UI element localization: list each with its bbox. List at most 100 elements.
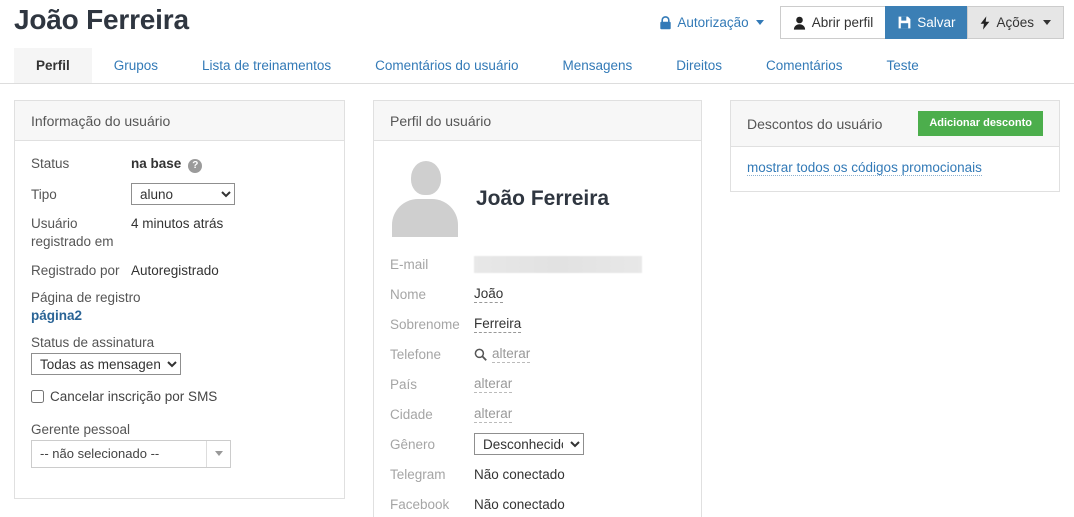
user-info-panel-header: Informação do usuário bbox=[15, 101, 344, 141]
column-user-info: Informação do usuário Status na base ? T… bbox=[0, 100, 359, 517]
profile-field-pais: País alterar bbox=[390, 369, 685, 399]
page-title: João Ferreira bbox=[14, 4, 189, 36]
tab-lista-de-treinamentos[interactable]: Lista de treinamentos bbox=[180, 48, 353, 83]
user-info-panel: Informação do usuário Status na base ? T… bbox=[14, 100, 345, 499]
default-avatar-icon bbox=[392, 161, 458, 237]
add-discount-button[interactable]: Adicionar desconto bbox=[918, 111, 1043, 136]
tipo-row: Tipo aluno bbox=[31, 183, 328, 205]
user-icon bbox=[793, 16, 806, 30]
profile-field-sobrenome: Sobrenome Ferreira bbox=[390, 309, 685, 339]
personal-manager-label: Gerente pessoal bbox=[31, 422, 328, 437]
subscription-status-select[interactable]: Todas as mensagens bbox=[31, 353, 181, 375]
facebook-label: Facebook bbox=[390, 497, 474, 512]
user-discounts-panel-header: Descontos do usuário Adicionar desconto bbox=[731, 101, 1059, 147]
tab-grupos[interactable]: Grupos bbox=[92, 48, 180, 83]
tab-bar: Perfil Grupos Lista de treinamentos Come… bbox=[0, 48, 1074, 84]
registered-by-row: Registrado por Autoregistrado bbox=[31, 262, 328, 280]
tab-teste[interactable]: Teste bbox=[865, 48, 941, 83]
subscription-status-label: Status de assinatura bbox=[31, 335, 328, 350]
nome-label: Nome bbox=[390, 287, 474, 302]
subscription-status-block: Status de assinatura Todas as mensagens bbox=[31, 335, 328, 375]
content-columns: Informação do usuário Status na base ? T… bbox=[0, 100, 1074, 517]
search-icon bbox=[474, 348, 487, 361]
profile-field-telegram: Telegram Não conectado bbox=[390, 459, 685, 489]
header-actions: Autorização Abrir perfil bbox=[659, 6, 1064, 39]
tab-comentarios-do-usuario[interactable]: Comentários do usuário bbox=[353, 48, 540, 83]
column-user-discounts: Descontos do usuário Adicionar desconto … bbox=[716, 100, 1074, 517]
registered-by-label: Registrado por bbox=[31, 262, 131, 280]
sms-unsubscribe-row: Cancelar inscrição por SMS bbox=[31, 389, 328, 404]
open-profile-button[interactable]: Abrir perfil bbox=[780, 6, 887, 39]
save-button[interactable]: Salvar bbox=[885, 6, 968, 39]
profile-field-nome: Nome João bbox=[390, 279, 685, 309]
profile-field-email: E-mail bbox=[390, 249, 685, 279]
personal-manager-select[interactable]: -- não selecionado -- bbox=[31, 440, 231, 468]
telefone-change-link[interactable]: alterar bbox=[492, 346, 530, 363]
column-user-profile: Perfil do usuário João Ferreira E-mail bbox=[359, 100, 716, 517]
question-mark-circle-icon[interactable]: ? bbox=[188, 159, 202, 173]
page-header: João Ferreira Autorização bbox=[0, 0, 1074, 48]
user-discounts-panel-title: Descontos do usuário bbox=[747, 116, 882, 132]
sobrenome-value[interactable]: Ferreira bbox=[474, 316, 521, 333]
user-discounts-panel-body: mostrar todos os códigos promocionais bbox=[731, 147, 1059, 191]
lightning-bolt-icon bbox=[980, 16, 990, 30]
sobrenome-label: Sobrenome bbox=[390, 317, 474, 332]
save-label: Salvar bbox=[917, 16, 955, 30]
telegram-value: Não conectado bbox=[474, 467, 565, 482]
sms-unsubscribe-checkbox[interactable] bbox=[31, 390, 44, 403]
avatar-row: João Ferreira bbox=[390, 155, 685, 249]
registration-page-block: Página de registro página2 bbox=[31, 290, 328, 323]
tab-perfil[interactable]: Perfil bbox=[14, 48, 92, 83]
user-info-panel-title: Informação do usuário bbox=[31, 113, 170, 129]
chevron-down-icon bbox=[206, 441, 230, 467]
open-profile-label: Abrir perfil bbox=[812, 16, 874, 30]
genero-label: Gênero bbox=[390, 437, 474, 452]
status-value: na base bbox=[131, 156, 181, 171]
tab-mensagens[interactable]: Mensagens bbox=[540, 48, 654, 83]
email-label: E-mail bbox=[390, 257, 474, 272]
page-root: João Ferreira Autorização bbox=[0, 0, 1074, 517]
tab-comentarios[interactable]: Comentários bbox=[744, 48, 865, 83]
cidade-change-link[interactable]: alterar bbox=[474, 406, 512, 423]
registration-page-link[interactable]: página2 bbox=[31, 308, 328, 323]
chevron-down-icon bbox=[1043, 20, 1051, 25]
pais-change-link[interactable]: alterar bbox=[474, 376, 512, 393]
lock-icon bbox=[659, 16, 672, 30]
tipo-label: Tipo bbox=[31, 186, 131, 204]
cidade-label: Cidade bbox=[390, 407, 474, 422]
profile-field-facebook: Facebook Não conectado bbox=[390, 489, 685, 517]
registered-at-row: Usuário registrado em 4 minutos atrás bbox=[31, 215, 328, 251]
email-redacted-bar bbox=[474, 256, 642, 273]
personal-manager-value: -- não selecionado -- bbox=[32, 446, 206, 461]
tab-direitos[interactable]: Direitos bbox=[654, 48, 744, 83]
telegram-label: Telegram bbox=[390, 467, 474, 482]
chevron-down-icon bbox=[756, 20, 764, 25]
sms-unsubscribe-label[interactable]: Cancelar inscrição por SMS bbox=[50, 389, 217, 404]
tipo-select[interactable]: aluno bbox=[131, 183, 235, 205]
user-info-panel-body: Status na base ? Tipo aluno Usuário regi… bbox=[15, 141, 344, 498]
authorization-dropdown[interactable]: Autorização bbox=[659, 6, 779, 39]
nome-value[interactable]: João bbox=[474, 286, 503, 303]
telefone-label: Telefone bbox=[390, 347, 474, 362]
authorization-label: Autorização bbox=[677, 15, 748, 30]
show-all-promo-codes-link[interactable]: mostrar todos os códigos promocionais bbox=[747, 160, 982, 176]
actions-dropdown-button[interactable]: Ações bbox=[967, 6, 1064, 39]
registered-at-value: 4 minutos atrás bbox=[131, 216, 223, 231]
registered-by-value: Autoregistrado bbox=[131, 263, 219, 278]
email-value[interactable] bbox=[474, 256, 642, 273]
user-profile-panel-title: Perfil do usuário bbox=[390, 113, 491, 129]
profile-field-genero: Gênero Desconhecido bbox=[390, 429, 685, 459]
status-label: Status bbox=[31, 155, 131, 173]
user-profile-panel-body: João Ferreira E-mail Nome João bbox=[374, 141, 701, 517]
profile-display-name: João Ferreira bbox=[476, 187, 609, 211]
actions-label: Ações bbox=[996, 16, 1034, 30]
status-row: Status na base ? bbox=[31, 155, 328, 173]
genero-select[interactable]: Desconhecido bbox=[474, 433, 584, 455]
pais-label: País bbox=[390, 377, 474, 392]
personal-manager-block: Gerente pessoal -- não selecionado -- bbox=[31, 422, 328, 468]
registration-page-label: Página de registro bbox=[31, 290, 328, 305]
profile-field-telefone: Telefone alterar bbox=[390, 339, 685, 369]
registered-at-label: Usuário registrado em bbox=[31, 215, 131, 251]
floppy-disk-icon bbox=[898, 16, 911, 29]
profile-field-cidade: Cidade alterar bbox=[390, 399, 685, 429]
